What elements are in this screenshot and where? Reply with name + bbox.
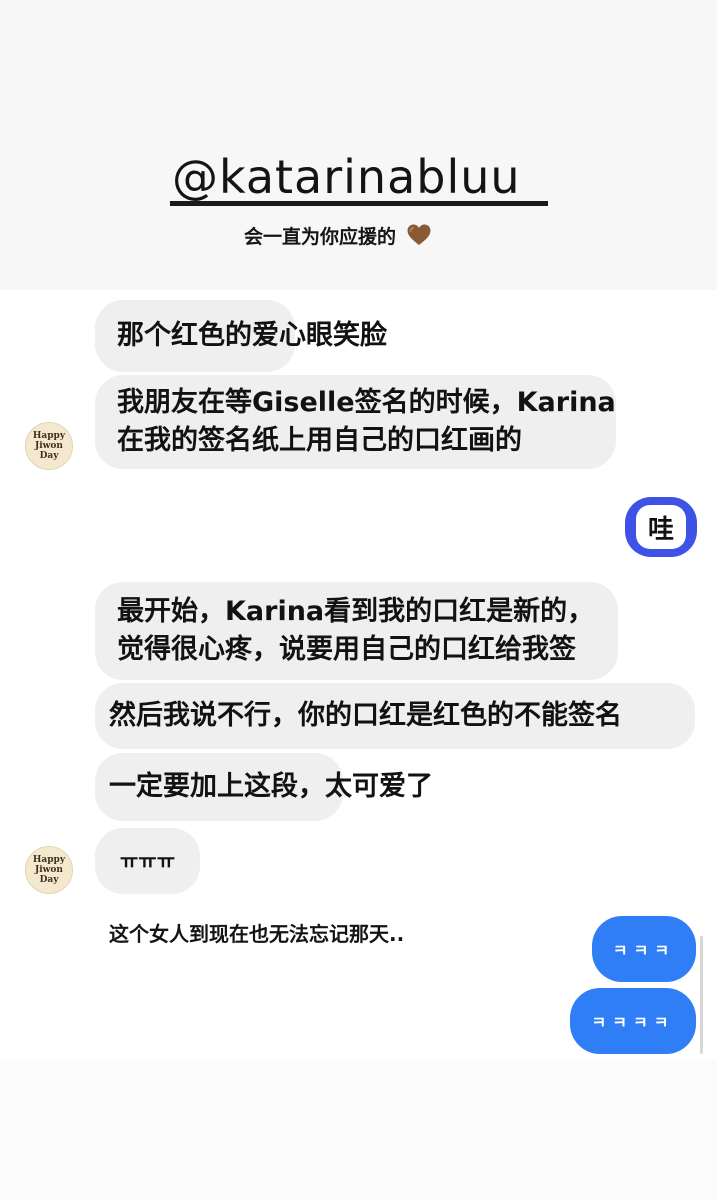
sent-text: 哇 xyxy=(647,514,674,545)
handle-text: @katarinabluu xyxy=(172,150,521,204)
message-bubble[interactable]: 最开始，Karina看到我的口红是新的， 觉得很心疼，说要用自己的口红给我签 xyxy=(95,582,618,680)
scrollbar[interactable] xyxy=(700,936,703,1054)
avatar-text: Happy xyxy=(32,431,66,441)
message-bubble[interactable]: 我朋友在等Giselle签名的时候，Karina 在我的签名纸上用自己的口红画的 xyxy=(95,375,616,469)
caption-text: 这个女人到现在也无法忘记那天.. xyxy=(109,922,405,946)
message-text: 那个红色的爱心眼笑脸 xyxy=(117,320,387,351)
brown-heart-icon xyxy=(406,223,432,247)
sent-sticker-inner: 哇 xyxy=(636,505,686,549)
message-bubble[interactable]: 然后我说不行，你的口红是红色的不能签名 xyxy=(95,683,695,749)
message-bubble[interactable]: ㅠㅠㅠ xyxy=(95,828,200,894)
avatar-text: Day xyxy=(39,875,59,885)
sent-message-bubble[interactable]: ㅋㅋㅋ xyxy=(592,916,696,982)
message-text: 然后我说不行，你的口红是红色的不能签名 xyxy=(109,700,622,731)
sent-message-bubble[interactable]: ㅋㅋㅋㅋ xyxy=(570,988,696,1054)
message-text: 在我的签名纸上用自己的口红画的 xyxy=(117,425,522,456)
avatar[interactable]: Happy Jiwon Day xyxy=(25,422,73,470)
avatar-text: Jiwon xyxy=(35,441,63,451)
sent-text: ㅋㅋㅋ xyxy=(612,941,676,960)
avatar-text: Day xyxy=(39,451,59,461)
sent-sticker-bubble[interactable]: 哇 xyxy=(625,497,697,557)
message-bubble[interactable]: 一定要加上这段，太可爱了 xyxy=(95,753,433,821)
avatar[interactable]: Happy Jiwon Day xyxy=(25,846,73,894)
avatar-text: Happy xyxy=(32,855,66,865)
subtitle: 会一直为你应援的 xyxy=(244,220,432,250)
username-handle[interactable]: @katarinabluu xyxy=(172,148,552,206)
message-bubble[interactable]: 那个红色的爱心眼笑脸 xyxy=(95,300,387,372)
message-text: 最开始，Karina看到我的口红是新的， xyxy=(117,596,595,627)
message-text: 一定要加上这段，太可爱了 xyxy=(109,771,433,802)
message-text: 觉得很心疼，说要用自己的口红给我签 xyxy=(117,634,576,665)
avatar-text: Jiwon xyxy=(35,865,63,875)
message-text: ㅠㅠㅠ xyxy=(119,849,176,873)
handle-underline xyxy=(170,201,548,206)
message-text: 我朋友在等Giselle签名的时候，Karina xyxy=(117,387,616,418)
subtitle-text: 会一直为你应援的 xyxy=(244,225,397,248)
sent-text: ㅋㅋㅋㅋ xyxy=(591,1013,675,1032)
